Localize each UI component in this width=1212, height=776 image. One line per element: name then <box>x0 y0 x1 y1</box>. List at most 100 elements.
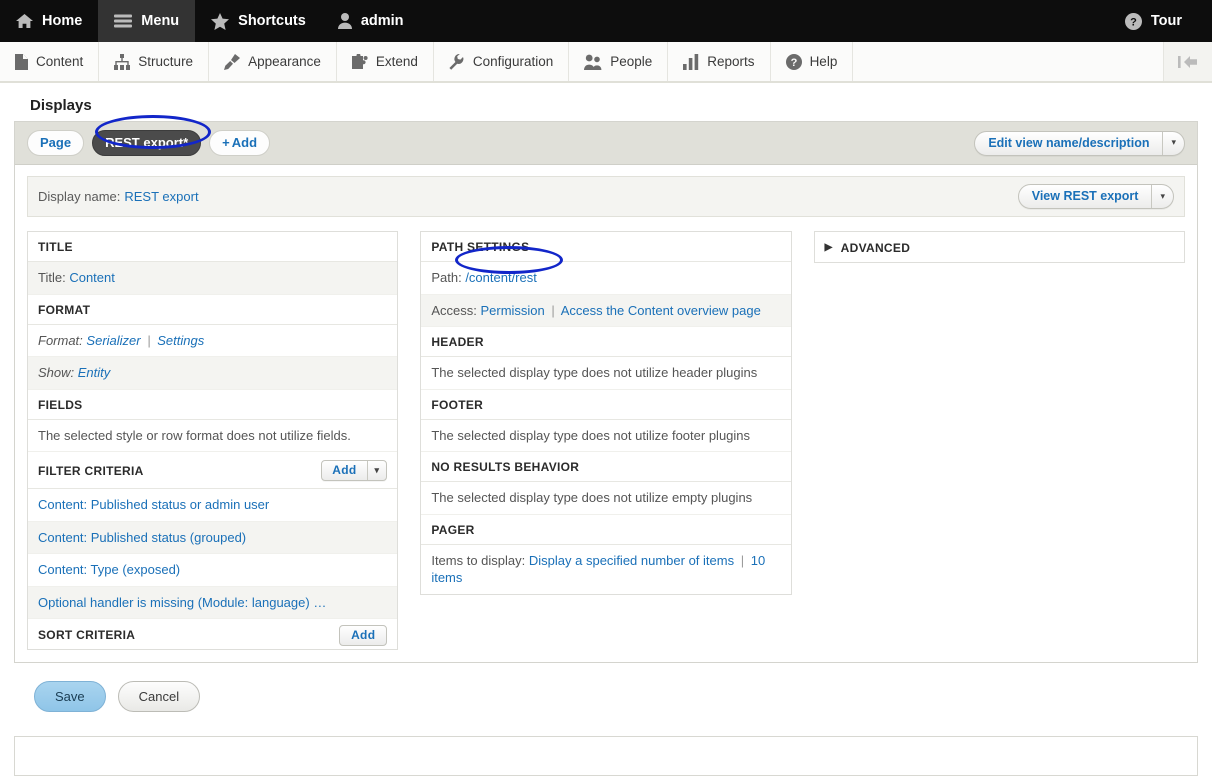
separator: | <box>740 552 745 568</box>
separator: | <box>551 302 555 318</box>
display-tabs-actions: Edit view name/description ▾ <box>974 130 1185 156</box>
row-path: Path: /content/rest <box>421 262 791 295</box>
bar-chart-icon <box>683 53 699 70</box>
menu-item-label: Structure <box>138 54 194 69</box>
display-name-row: Display name: REST export View REST expo… <box>27 176 1185 217</box>
add-filter-button[interactable]: Add <box>322 461 366 480</box>
puzzle-icon <box>351 53 368 69</box>
collapse-left-icon <box>1178 55 1197 68</box>
column-middle: PATH SETTINGS Path: /content/rest Access… <box>420 231 792 595</box>
toolbar-item-label: Tour <box>1150 13 1182 29</box>
advanced-label: ADVANCED <box>840 240 911 255</box>
add-display-button[interactable]: + Add <box>209 130 271 156</box>
row-fields-note: The selected style or row format does no… <box>28 420 398 453</box>
display-name-value-link[interactable]: REST export <box>124 189 198 204</box>
filter-link[interactable]: Content: Published status (grouped) <box>38 530 246 545</box>
form-actions: Save Cancel <box>14 663 1198 713</box>
star-icon <box>211 12 230 30</box>
tray-collapse-button[interactable] <box>1164 42 1212 81</box>
views-edit-panel: Page REST export* + Add Edit view name/de… <box>14 121 1198 664</box>
add-display-label: Add <box>231 135 258 150</box>
filter-criteria-actions: Add ▾ <box>321 460 388 482</box>
cancel-button[interactable]: Cancel <box>117 681 201 713</box>
column-advanced: ▶ ADVANCED <box>813 231 1185 263</box>
toolbar-item-label: Home <box>42 13 83 29</box>
advanced-section-toggle[interactable]: ▶ ADVANCED <box>815 232 1184 262</box>
edit-view-name-button[interactable]: Edit view name/description <box>975 132 1162 155</box>
row-label: Show: <box>38 365 75 381</box>
row-label: Title: <box>38 270 66 285</box>
menu-item-configuration[interactable]: Configuration <box>434 42 570 81</box>
view-display-actions: View REST export ▾ <box>1017 184 1174 209</box>
row-title: Title: Content <box>28 262 398 295</box>
toolbar-item-home[interactable]: Home <box>0 0 98 42</box>
admin-menu-tray: Content Structure Appearance Extend Conf… <box>0 42 1212 83</box>
row-access: Access: Permission | Access the Content … <box>421 294 791 328</box>
preview-panel <box>14 736 1198 776</box>
chevron-down-icon[interactable]: ▾ <box>366 461 387 481</box>
menu-item-help[interactable]: ? Help <box>771 42 854 81</box>
access-permission-link[interactable]: Permission <box>480 303 544 318</box>
toolbar-item-menu[interactable]: Menu <box>98 0 196 42</box>
view-rest-export-button[interactable]: View REST export <box>1019 185 1152 208</box>
file-icon <box>15 53 28 70</box>
pager-type-link[interactable]: Display a specified number of items <box>529 553 734 568</box>
menu-item-people[interactable]: People <box>569 42 669 81</box>
menu-item-reports[interactable]: Reports <box>668 42 771 81</box>
display-tab-rest-export[interactable]: REST export* <box>92 130 202 156</box>
separator: | <box>147 332 151 348</box>
people-icon <box>584 54 602 70</box>
row-header-note: The selected display type does not utili… <box>421 357 791 390</box>
chevron-down-icon[interactable]: ▾ <box>1151 185 1173 208</box>
filter-link[interactable]: Content: Type (exposed) <box>38 562 180 577</box>
row-filter-missing-handler: Optional handler is missing (Module: lan… <box>28 586 398 620</box>
view-rest-export-dropbutton: View REST export ▾ <box>1017 184 1174 209</box>
group-header-format: FORMAT <box>28 295 398 325</box>
toolbar-item-tour[interactable]: ? Tour <box>1109 0 1198 42</box>
home-icon <box>16 14 33 28</box>
column-left: TITLE Title: Content FORMAT Format: Seri… <box>27 231 399 651</box>
add-sort-button[interactable]: Add <box>339 624 388 646</box>
chevron-down-icon[interactable]: ▾ <box>1162 131 1184 155</box>
group-header-pager: PAGER <box>421 515 791 545</box>
access-overview-link[interactable]: Access the Content overview page <box>561 303 761 318</box>
menu-icon <box>114 14 133 28</box>
menu-item-label: Appearance <box>248 54 321 69</box>
row-pager: Items to display: Display a specified nu… <box>421 545 790 594</box>
display-columns: TITLE Title: Content FORMAT Format: Seri… <box>27 231 1185 651</box>
menu-item-structure[interactable]: Structure <box>99 42 210 81</box>
save-button[interactable]: Save <box>34 681 106 713</box>
row-format: Format: Serializer | Settings <box>28 325 398 358</box>
group-header-label: FILTER CRITERIA <box>38 463 144 478</box>
format-serializer-link[interactable]: Serializer <box>86 333 140 348</box>
menu-item-appearance[interactable]: Appearance <box>209 42 337 81</box>
toolbar-item-account[interactable]: admin <box>322 0 420 42</box>
menu-item-label: Help <box>809 54 838 69</box>
svg-text:?: ? <box>1130 16 1137 28</box>
menu-item-label: People <box>610 54 653 69</box>
title-value-link[interactable]: Content <box>69 270 115 285</box>
menu-item-extend[interactable]: Extend <box>337 42 434 81</box>
chevron-right-icon: ▶ <box>824 242 833 253</box>
group-header-label: SORT CRITERIA <box>38 627 136 642</box>
group-header-fields: FIELDS <box>28 390 398 420</box>
path-value-link[interactable]: /content/rest <box>465 270 537 285</box>
wrench-icon <box>449 53 464 70</box>
filter-link[interactable]: Optional handler is missing (Module: lan… <box>38 595 326 610</box>
show-entity-link[interactable]: Entity <box>78 365 111 380</box>
group-header-sort-criteria: SORT CRITERIA Add <box>28 619 397 649</box>
row-label: Format: <box>38 332 83 348</box>
display-tabs-bar: Page REST export* + Add Edit view name/de… <box>15 122 1197 165</box>
plus-icon: + <box>222 135 230 150</box>
row-label: Access: <box>431 302 477 318</box>
menu-item-label: Extend <box>375 54 418 69</box>
row-show: Show: Entity <box>28 357 398 390</box>
add-filter-dropbutton: Add ▾ <box>321 460 388 482</box>
filter-link[interactable]: Content: Published status or admin user <box>38 497 269 512</box>
menu-item-content[interactable]: Content <box>0 42 100 81</box>
row-filter-type-exposed: Content: Type (exposed) <box>28 554 398 587</box>
toolbar-item-shortcuts[interactable]: Shortcuts <box>195 0 322 42</box>
format-settings-link[interactable]: Settings <box>157 333 204 348</box>
display-tab-page[interactable]: Page <box>27 130 85 156</box>
